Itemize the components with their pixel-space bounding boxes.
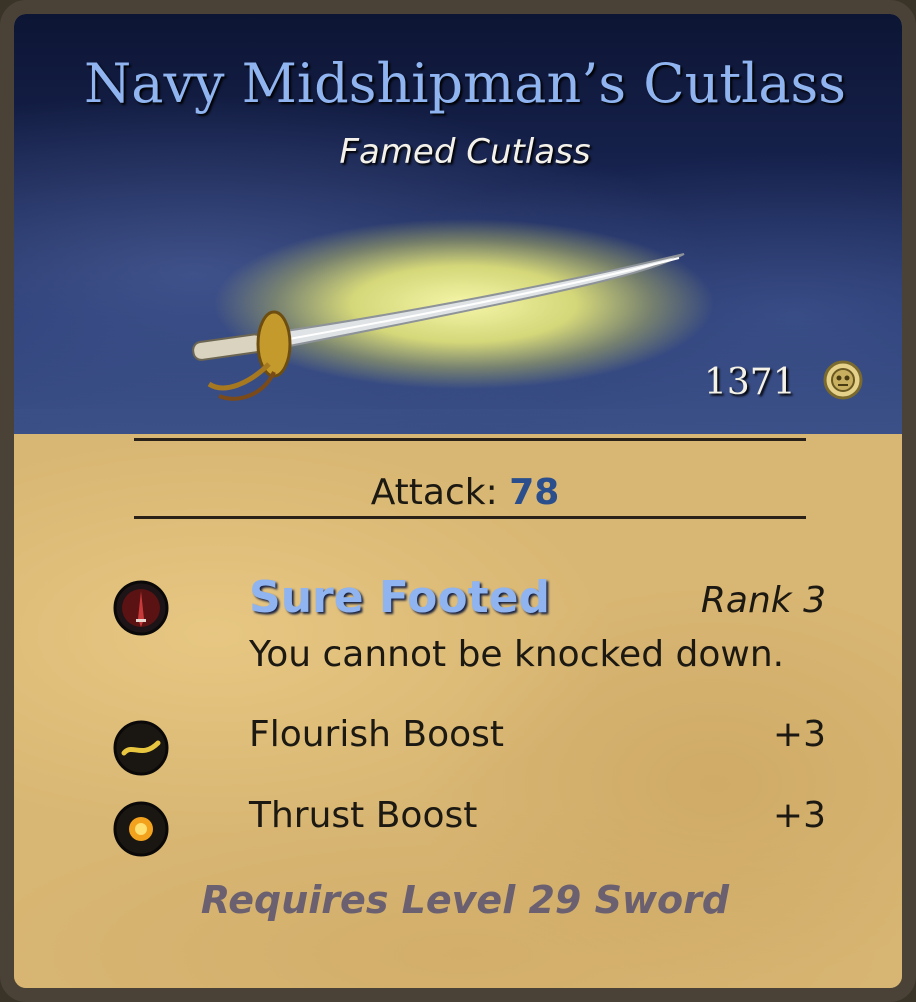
sure-footed-icon [113, 580, 169, 636]
ability-description: You cannot be knocked down. [249, 634, 785, 675]
attack-value: 78 [509, 472, 560, 513]
boost-value-flourish: +3 [772, 714, 826, 755]
boost-name-flourish: Flourish Boost [249, 714, 504, 755]
ability-name: Sure Footed [249, 572, 550, 623]
boost-name-thrust: Thrust Boost [249, 795, 478, 836]
flourish-icon [113, 720, 169, 776]
item-name: Navy Midshipman’s Cutlass [84, 52, 846, 115]
cutlass-image [192, 253, 685, 401]
gold-coin-icon [823, 360, 863, 400]
item-type: Famed Cutlass [339, 132, 591, 172]
ability-rank: Rank 3 [700, 580, 826, 621]
item-price: 1371 [704, 362, 796, 403]
level-requirement: Requires Level 29 Sword [200, 878, 730, 922]
item-tooltip-card: Navy Midshipman’s Cutlass Famed Cutlass … [0, 0, 916, 1002]
attack-label: Attack: [370, 472, 498, 513]
attack-stat: Attack: 78 [14, 472, 902, 513]
divider-bottom [134, 516, 806, 519]
boost-value-thrust: +3 [772, 795, 826, 836]
thrust-icon [113, 801, 169, 857]
divider-top [134, 438, 806, 441]
